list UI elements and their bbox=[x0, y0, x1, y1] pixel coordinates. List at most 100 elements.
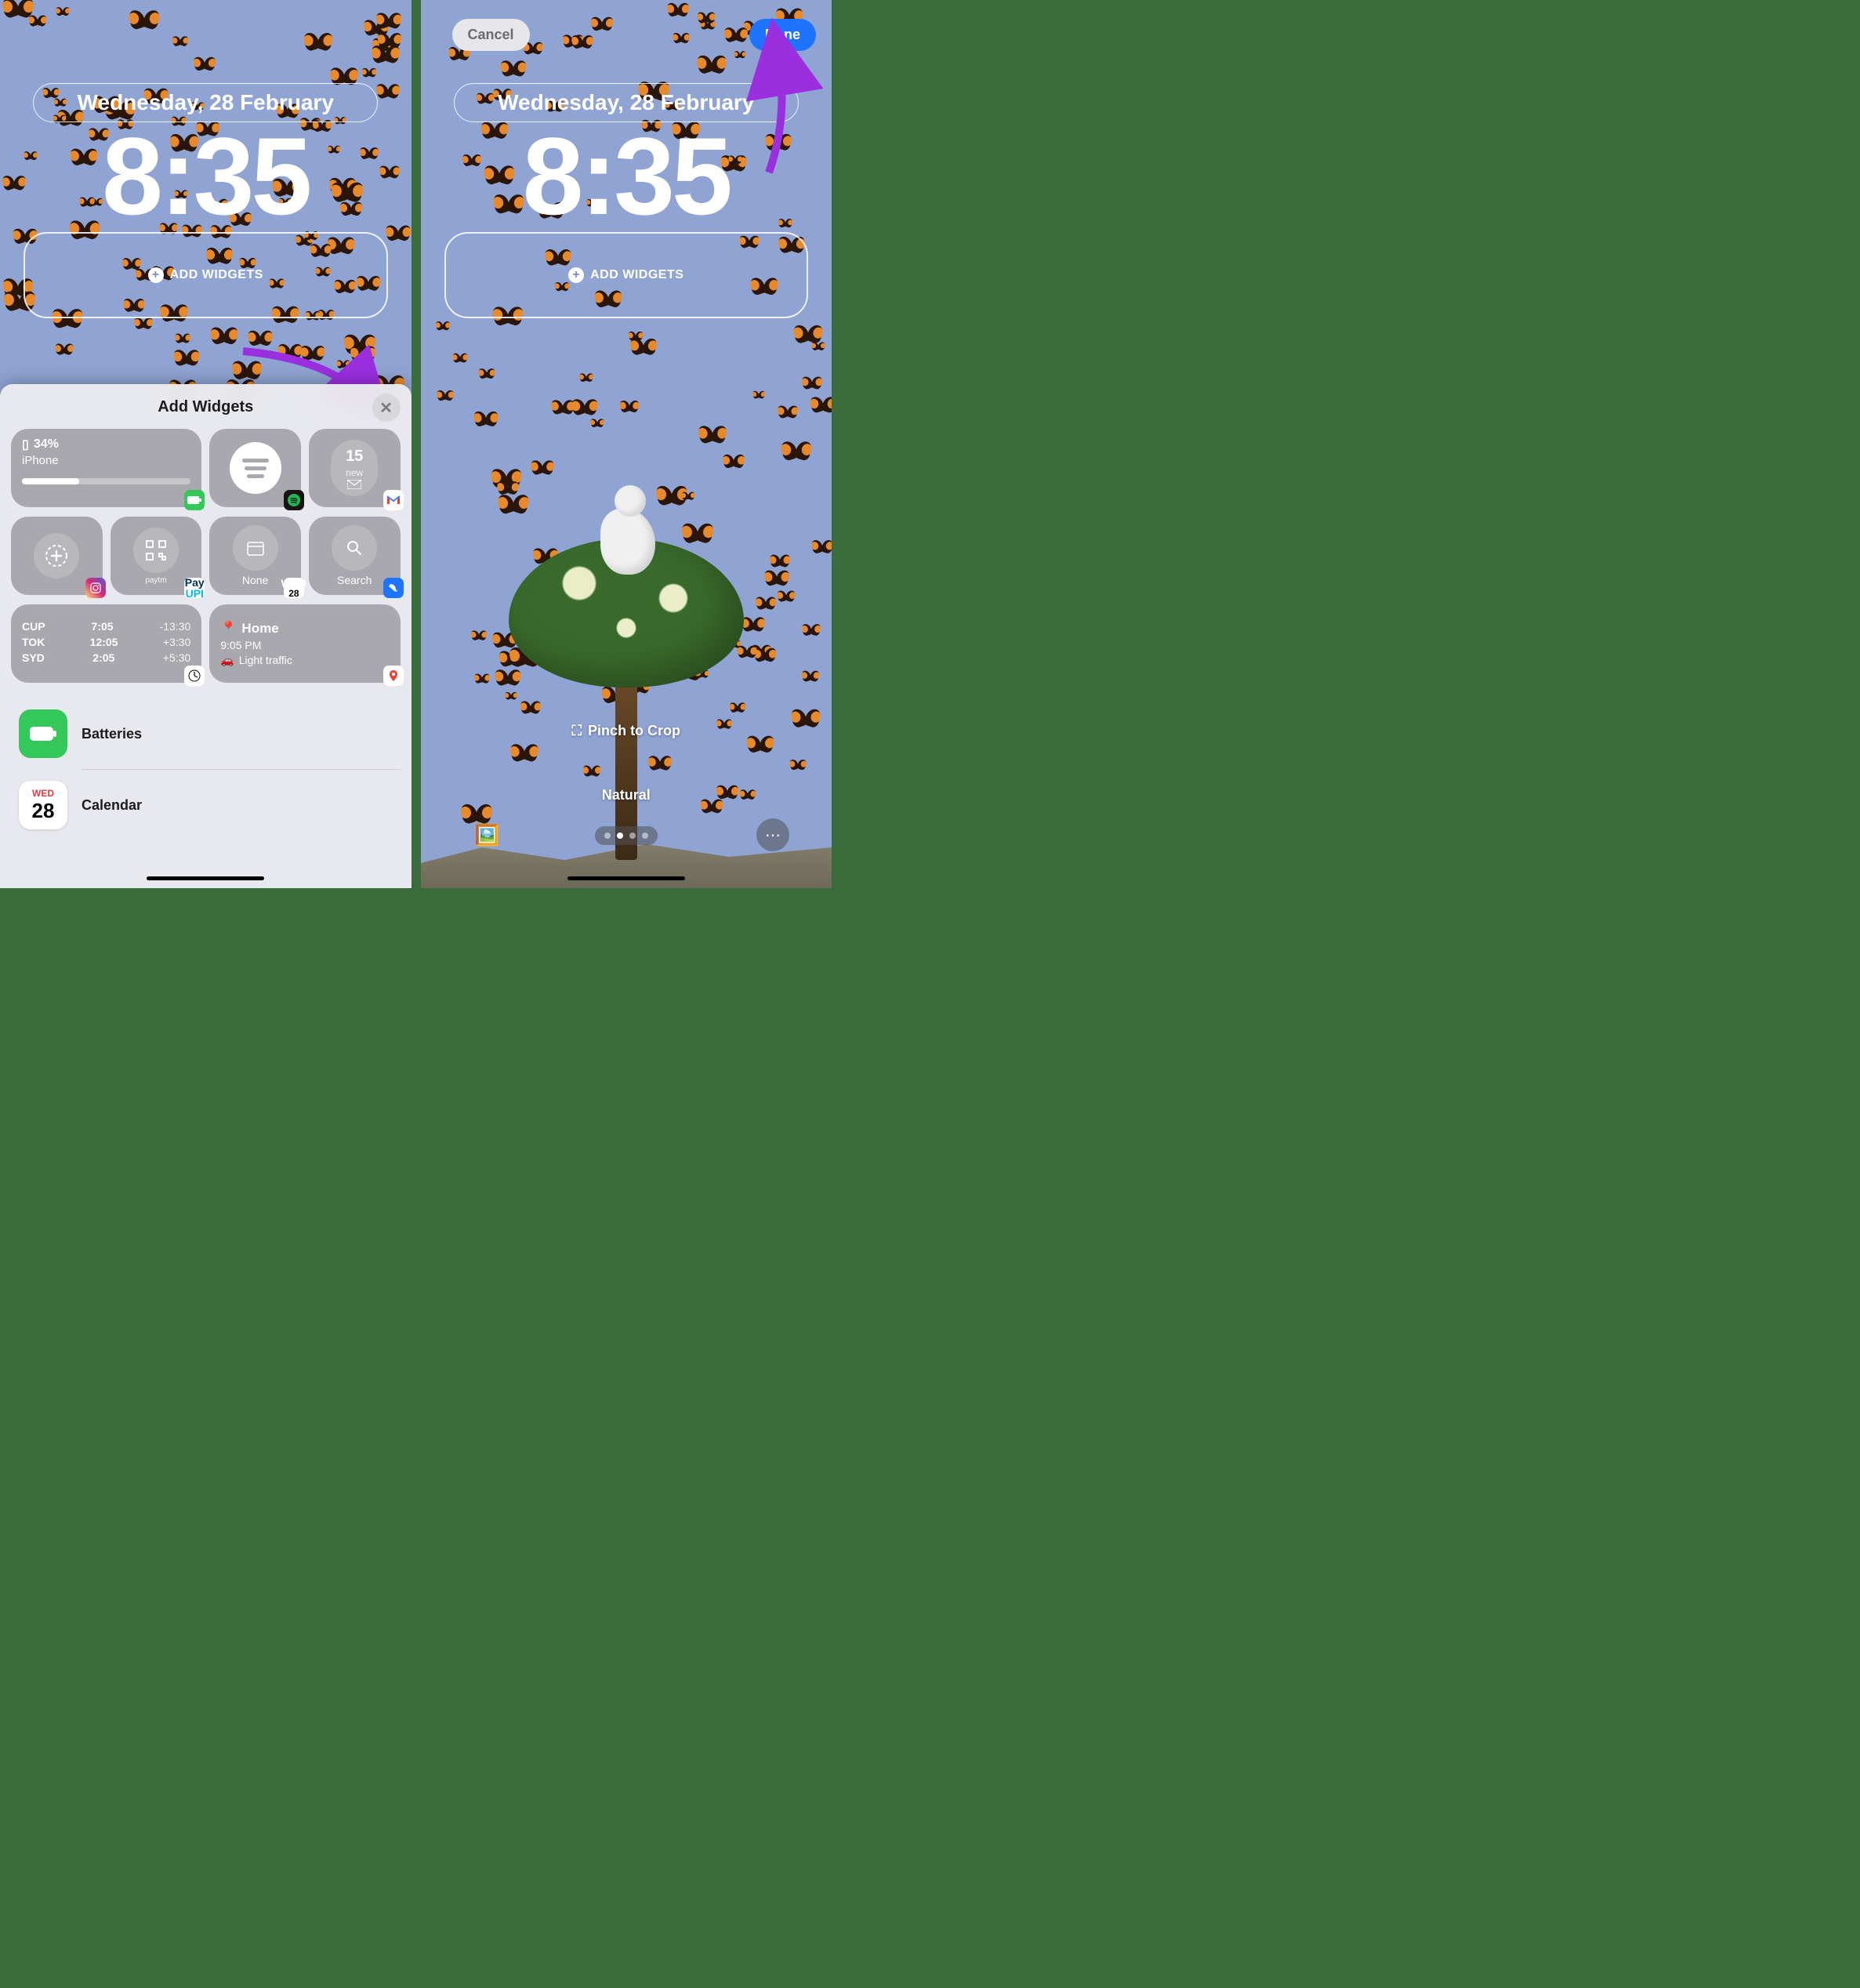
butterfly-icon bbox=[377, 83, 400, 100]
phone-right: Cancel Done Wednesday, 28 February 8:35 … bbox=[416, 0, 832, 888]
butterfly-icon bbox=[301, 346, 324, 362]
pin-icon: 📍 bbox=[220, 621, 237, 637]
butterfly-icon bbox=[134, 317, 152, 330]
butterfly-icon bbox=[789, 760, 806, 771]
gmail-app-icon bbox=[383, 490, 404, 510]
page-indicator[interactable] bbox=[595, 826, 658, 845]
butterfly-icon bbox=[667, 2, 688, 17]
butterfly-icon bbox=[770, 554, 790, 568]
maps-app-icon bbox=[383, 666, 404, 686]
butterfly-icon bbox=[337, 360, 350, 369]
cancel-button[interactable]: Cancel bbox=[452, 19, 530, 51]
calendar-none-label: None bbox=[242, 574, 268, 586]
wallpaper-figure bbox=[583, 485, 669, 579]
butterfly-icon bbox=[803, 376, 822, 390]
add-widgets-slot[interactable]: + ADD WIDGETS bbox=[444, 232, 809, 318]
battery-icon bbox=[184, 490, 205, 510]
butterfly-icon bbox=[755, 648, 776, 663]
calendar-app-icon: WED28 bbox=[284, 578, 304, 598]
butterfly-icon bbox=[474, 411, 498, 427]
butterfly-icon bbox=[812, 342, 825, 351]
close-button[interactable]: ✕ bbox=[372, 394, 401, 422]
butterfly-icon bbox=[362, 67, 376, 78]
butterfly-icon bbox=[472, 630, 487, 641]
butterfly-icon bbox=[765, 570, 789, 587]
battery-bar bbox=[22, 478, 190, 484]
add-widgets-label: ADD WIDGETS bbox=[170, 268, 263, 282]
home-indicator[interactable] bbox=[567, 876, 685, 880]
widget-source-list: Batteries WED 28 Calendar bbox=[11, 698, 401, 840]
butterfly-icon bbox=[591, 419, 604, 428]
butterfly-icon bbox=[452, 354, 466, 364]
search-icon bbox=[332, 525, 377, 571]
app-row-batteries[interactable]: Batteries bbox=[11, 698, 401, 769]
butterfly-icon bbox=[811, 397, 832, 414]
batteries-label: Batteries bbox=[82, 726, 142, 742]
butterfly-icon bbox=[552, 400, 574, 415]
butterfly-icon bbox=[778, 591, 795, 604]
paytm-label: paytm bbox=[145, 576, 166, 585]
photos-icon: 🖼️ bbox=[474, 823, 499, 847]
widget-instagram[interactable] bbox=[11, 517, 103, 595]
plus-icon: + bbox=[148, 267, 164, 283]
app-row-calendar[interactable]: WED 28 Calendar bbox=[11, 770, 401, 840]
butterfly-icon bbox=[248, 330, 272, 347]
done-button[interactable]: Done bbox=[749, 19, 816, 51]
widget-paytm[interactable]: paytm PayUPI bbox=[111, 517, 202, 595]
instagram-app-icon bbox=[85, 578, 106, 598]
widget-world-clock[interactable]: CUP7:05-13:30 TOK12:05+3:30 SYD2:05+5:30 bbox=[11, 604, 201, 683]
widget-calendar-next[interactable]: None WED28 bbox=[209, 517, 301, 595]
butterfly-icon bbox=[572, 399, 597, 417]
lock-time[interactable]: 8:35 bbox=[0, 113, 412, 240]
filter-style-label[interactable]: Natural bbox=[602, 787, 651, 804]
butterfly-icon bbox=[753, 391, 765, 400]
wallpaper-tree bbox=[501, 460, 752, 868]
clock-app-icon bbox=[184, 666, 205, 686]
widget-spotify[interactable] bbox=[209, 429, 301, 507]
photo-picker-button[interactable]: 🖼️ bbox=[471, 818, 504, 851]
gmail-count: 15 bbox=[346, 448, 363, 466]
butterfly-icon bbox=[756, 597, 776, 611]
calendar-empty-icon bbox=[233, 525, 278, 571]
sheet-title: Add Widgets bbox=[11, 398, 401, 416]
butterfly-icon bbox=[350, 346, 375, 363]
butterfly-icon bbox=[501, 60, 525, 77]
widget-maps-home[interactable]: 📍Home 9:05 PM 🚗Light traffic bbox=[209, 604, 400, 683]
add-widgets-slot[interactable]: + ADD WIDGETS bbox=[24, 232, 388, 318]
widget-truecaller-search[interactable]: Search bbox=[309, 517, 401, 595]
car-icon: 🚗 bbox=[220, 654, 234, 667]
butterfly-icon bbox=[278, 343, 302, 360]
more-button[interactable]: ⋯ bbox=[756, 818, 789, 851]
butterfly-icon bbox=[812, 540, 832, 555]
butterfly-icon bbox=[211, 327, 237, 346]
butterfly-icon bbox=[176, 333, 190, 344]
butterfly-icon bbox=[734, 51, 745, 59]
butterfly-icon bbox=[130, 10, 159, 31]
butterfly-icon bbox=[479, 368, 495, 379]
home-indicator[interactable] bbox=[147, 876, 264, 880]
batteries-icon bbox=[19, 709, 67, 758]
butterfly-icon bbox=[232, 361, 261, 381]
battery-device: iPhone bbox=[22, 454, 59, 467]
butterfly-icon bbox=[781, 441, 810, 463]
butterfly-icon bbox=[56, 343, 73, 356]
butterfly-icon bbox=[194, 57, 215, 72]
search-label: Search bbox=[337, 574, 372, 586]
butterfly-icon bbox=[698, 12, 715, 24]
gmail-new-label: new bbox=[346, 467, 363, 478]
ellipsis-icon: ⋯ bbox=[765, 825, 781, 845]
mail-icon bbox=[347, 480, 361, 489]
plus-icon: + bbox=[568, 267, 584, 283]
widget-battery[interactable]: ▯34% iPhone bbox=[11, 429, 201, 507]
butterfly-icon bbox=[792, 709, 820, 729]
widget-gmail[interactable]: 15 new bbox=[309, 429, 401, 507]
spotify-icon bbox=[230, 442, 281, 494]
calendar-label: Calendar bbox=[82, 797, 142, 814]
butterfly-icon bbox=[802, 670, 818, 682]
crop-icon: ⛶ bbox=[571, 723, 582, 739]
butterfly-icon bbox=[172, 36, 188, 47]
lock-time[interactable]: 8:35 bbox=[421, 113, 832, 240]
butterfly-icon bbox=[437, 390, 453, 402]
paytm-app-icon: PayUPI bbox=[184, 578, 205, 598]
truecaller-app-icon bbox=[383, 578, 404, 598]
